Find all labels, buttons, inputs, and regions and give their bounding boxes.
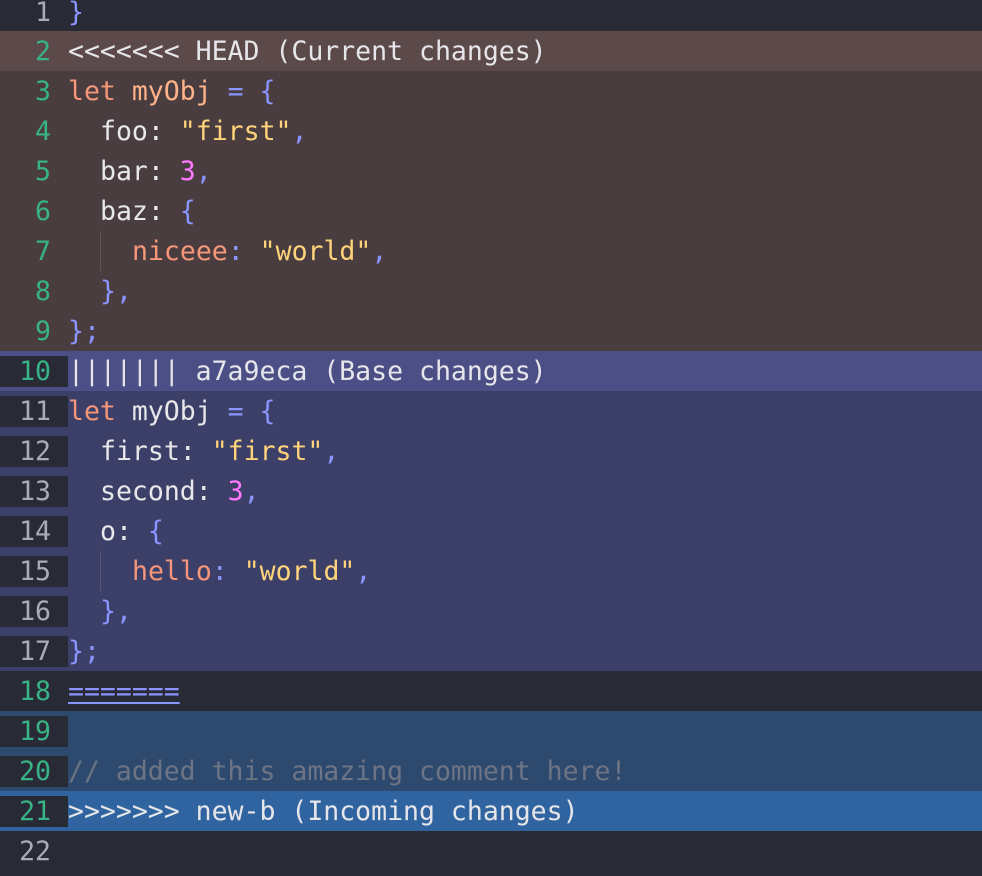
line-number: 14 [0,515,68,547]
code-line[interactable]: 12 first: "first", [0,431,982,471]
string-value: "first" [179,115,292,147]
line-number: 12 [0,435,68,467]
code-line[interactable]: 4 foo: "first", [0,111,982,151]
number-value: 3 [227,475,244,507]
line-number: 17 [0,635,68,667]
line-number: 13 [0,475,68,507]
object-key: first [100,435,180,467]
object-key: second [100,475,196,507]
code-line[interactable]: 9 }; [0,311,982,351]
line-number: 5 [35,155,51,187]
line-number: 3 [35,75,51,107]
code-line[interactable]: 7 niceee: "world", [0,231,982,271]
line-number: 15 [0,555,68,587]
separator-marker-line[interactable]: 18 ======= [0,671,982,711]
keyword-let: let [68,75,116,107]
line-number: 21 [0,795,68,827]
object-key: hello [132,555,212,587]
variable-name: myObj [131,75,212,107]
incoming-marker-line[interactable]: 21 >>>>>>> new-b (Incoming changes) [0,791,982,831]
line-number: 7 [35,235,51,267]
line-number: 8 [35,275,51,307]
line-number: 10 [0,355,68,387]
code-line[interactable]: 15 hello: "world", [0,551,982,591]
code-line[interactable]: 14 o: { [0,511,982,551]
number-value: 3 [179,155,196,187]
line-number: 20 [0,755,68,787]
code-line[interactable]: 1 } [0,0,982,32]
string-value: "world" [259,235,372,267]
object-key: niceee [132,235,228,267]
base-marker: ||||||| a7a9eca (Base changes) [68,355,547,387]
code-editor[interactable]: 1 } 2 <<<<<<< HEAD (Current changes) 3 l… [0,0,982,876]
line-number: 1 [35,0,51,28]
object-key: o [100,515,116,547]
code-line[interactable]: 22 [0,831,982,871]
code-line[interactable]: 5 bar: 3, [0,151,982,191]
object-key: baz [100,195,148,227]
incoming-marker: >>>>>>> new-b (Incoming changes) [68,795,579,827]
line-number: 2 [35,35,51,67]
line-number: 4 [35,115,51,147]
code-line[interactable]: 3 let myObj = { [0,71,982,111]
string-value: "world" [243,555,356,587]
code-line[interactable]: 11 let myObj = { [0,391,982,431]
line-number: 22 [19,835,51,867]
closing-brace: } [68,0,84,28]
code-line[interactable]: 16 }, [0,591,982,631]
object-key: bar [100,155,148,187]
object-key: foo [100,115,148,147]
separator-marker: ======= [68,675,180,707]
variable-name: myObj [131,395,212,427]
line-number: 9 [35,315,51,347]
code-line[interactable]: 13 second: 3, [0,471,982,511]
line-number: 6 [35,195,51,227]
base-marker-line[interactable]: 10 ||||||| a7a9eca (Base changes) [0,351,982,391]
line-number: 11 [0,395,68,427]
code-line[interactable]: 19 [0,711,982,751]
line-number: 16 [0,595,68,627]
code-line[interactable]: 20 // added this amazing comment here! [0,751,982,791]
code-comment: // added this amazing comment here! [68,755,627,787]
keyword-let: let [68,395,116,427]
line-number: 18 [19,675,51,707]
string-value: "first" [211,435,324,467]
line-number: 19 [0,715,68,747]
head-marker-line[interactable]: 2 <<<<<<< HEAD (Current changes) [0,31,982,71]
code-line[interactable]: 8 }, [0,271,982,311]
code-line[interactable]: 17 }; [0,631,982,671]
head-marker: <<<<<<< HEAD (Current changes) [68,35,547,67]
code-line[interactable]: 6 baz: { [0,191,982,231]
